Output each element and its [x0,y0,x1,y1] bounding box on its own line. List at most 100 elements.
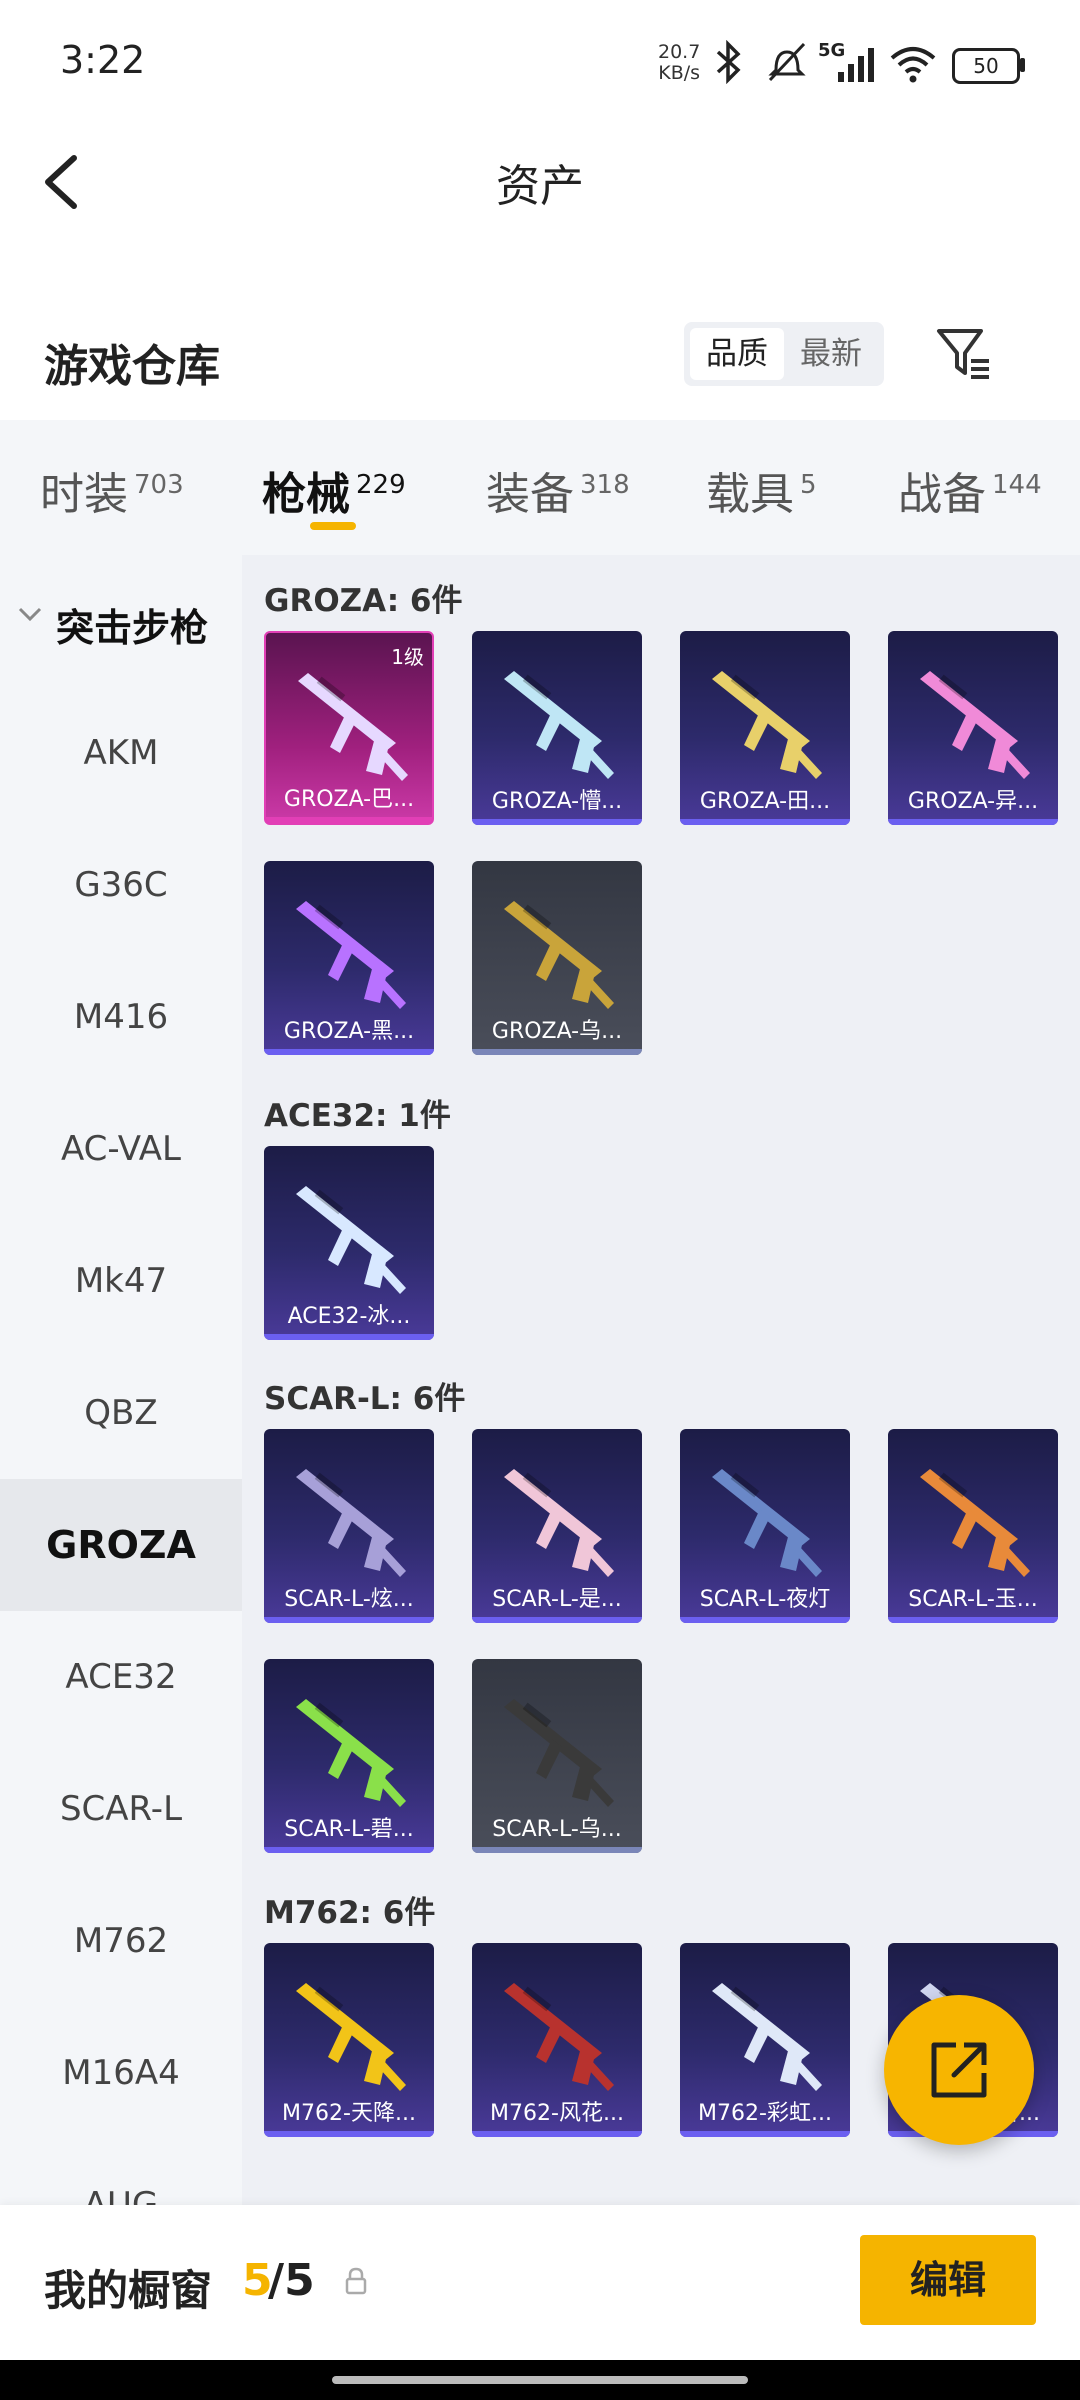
rifle-icon [504,1469,614,1577]
tab-count: 229 [356,470,406,501]
tab-vehicles[interactable]: 载具 5 [706,458,817,522]
bluetooth-icon [716,40,741,84]
category-heading: M762: 6件 [264,1895,436,1931]
weapon-name: GROZA-田... [699,789,831,814]
sidebar-item-groza[interactable]: GROZA [0,1479,242,1611]
category-heading: ACE32: 1件 [264,1098,451,1134]
sort-newest-button[interactable]: 最新 [784,328,878,380]
rarity-bar [264,1049,434,1055]
rifle-icon [920,1469,1030,1577]
tab-count: 144 [992,470,1042,501]
tab-count: 5 [800,470,817,501]
weapon-card[interactable]: GROZA-黑... [264,861,434,1055]
tab-count: 703 [134,470,184,501]
weapon-card[interactable]: 1级 GROZA-巴... [264,631,434,825]
battery-tip [1020,58,1025,72]
sidebar-item-qbz[interactable]: QBZ [0,1347,242,1479]
wifi-icon [890,47,936,83]
tab-fashion[interactable]: 时装 703 [40,458,184,522]
weapon-card[interactable]: M762-天降... [264,1943,434,2137]
rarity-bar [680,1617,850,1623]
weapon-name: SCAR-L-玉... [908,1587,1038,1612]
sidebar-item-g36c[interactable]: G36C [0,819,242,951]
weapon-name: GROZA-异... [907,789,1039,814]
tab-firearms[interactable]: 枪械 229 [262,458,406,522]
weapon-card[interactable]: GROZA-田... [680,631,850,825]
active-tab-indicator [310,522,356,530]
rifle-icon [298,673,408,781]
share-external-icon [931,2042,987,2098]
mute-vibrate-icon [768,42,806,82]
sidebar-item-mk47[interactable]: Mk47 [0,1215,242,1347]
weapon-card[interactable]: GROZA-懵... [472,631,642,825]
weapon-name: SCAR-L-乌... [492,1817,622,1842]
rarity-bar [472,1049,642,1055]
chevron-down-icon [18,607,42,622]
weapon-card[interactable]: SCAR-L-是... [472,1429,642,1623]
weapon-name: GROZA-巴... [283,787,415,812]
tab-equipment[interactable]: 装备 318 [486,458,630,522]
rarity-bar [264,1617,434,1623]
rarity-bar [472,1847,642,1853]
tab-label: 枪械 [262,469,350,520]
sidebar-item-ace32[interactable]: ACE32 [0,1611,242,1743]
rarity-bar [472,2131,642,2137]
rifle-icon [712,1469,822,1577]
weapon-card[interactable]: M762-风花... [472,1943,642,2137]
weapon-card[interactable]: SCAR-L-玉... [888,1429,1058,1623]
rarity-bar [264,1847,434,1853]
share-fab[interactable] [884,1995,1034,2145]
weapon-name: M762-彩虹... [698,2101,832,2126]
edit-button[interactable]: 编辑 [860,2235,1036,2325]
sidebar-group-label: 突击步枪 [56,606,209,650]
rifle-icon [712,1983,822,2091]
rifle-icon [504,1983,614,2091]
sidebar-item-m16a4[interactable]: M16A4 [0,2007,242,2139]
warehouse-title: 游戏仓库 [44,341,220,392]
weapon-card[interactable]: SCAR-L-碧... [264,1659,434,1853]
tab-label: 时装 [40,469,128,520]
rarity-bar [680,819,850,825]
rarity-bar [472,819,642,825]
tab-label: 战备 [898,469,986,520]
network-speed-value: 20.7 [658,41,701,63]
sidebar-item-aug[interactable]: AUG [0,2139,242,2205]
status-time: 3:22 [60,38,146,82]
sidebar-item-m416[interactable]: M416 [0,951,242,1083]
rifle-icon [504,1699,614,1807]
weapon-card[interactable]: SCAR-L-乌... [472,1659,642,1853]
weapon-card[interactable]: M762-彩虹... [680,1943,850,2137]
cell-signal-icon [838,48,874,82]
back-arrow-icon[interactable] [40,150,90,214]
system-nav-bar [0,2360,1080,2400]
rarity-bar [888,1617,1058,1623]
sidebar-item-scar-l[interactable]: SCAR-L [0,1743,242,1875]
rifle-icon [296,901,406,1009]
rarity-bar [680,2131,850,2137]
tab-supplies[interactable]: 战备 144 [898,458,1042,522]
sort-quality-button[interactable]: 品质 [690,328,784,380]
weapon-name: GROZA-黑... [283,1019,415,1044]
showcase-count-total: /5 [268,2255,315,2306]
lock-icon [345,2267,367,2295]
category-tabs: 时装 703 枪械 229 装备 318 载具 5 战备 144 [0,420,1080,555]
sidebar-group-assault-rifles[interactable]: 突击步枪 [0,555,242,687]
filter-icon[interactable] [935,325,993,381]
sidebar-item-m762[interactable]: M762 [0,1875,242,2007]
level-badge: 1级 [391,645,424,669]
weapon-card[interactable]: ACE32-冰... [264,1146,434,1340]
weapon-card[interactable]: GROZA-异... [888,631,1058,825]
weapon-card[interactable]: SCAR-L-夜灯 [680,1429,850,1623]
weapon-card[interactable]: GROZA-乌... [472,861,642,1055]
sidebar-item-ac-val[interactable]: AC-VAL [0,1083,242,1215]
weapon-card[interactable]: SCAR-L-炫... [264,1429,434,1623]
weapon-name: SCAR-L-夜灯 [699,1587,831,1612]
weapon-name: SCAR-L-碧... [284,1817,414,1842]
sidebar-item-akm[interactable]: AKM [0,687,242,819]
weapon-name: GROZA-乌... [491,1019,623,1044]
home-indicator[interactable] [332,2376,748,2384]
rifle-icon [296,1469,406,1577]
sort-toggle: 品质 最新 [684,322,884,386]
rarity-bar [266,817,432,823]
rifle-icon [920,671,1030,779]
